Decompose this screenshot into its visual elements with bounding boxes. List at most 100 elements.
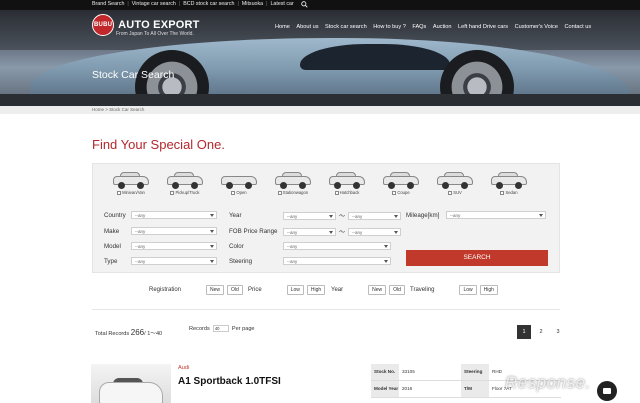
body-type-list: Minivan/Van Pickup/Truck Open Stationwag… — [104, 170, 536, 195]
nav-stock-search[interactable]: Stock car search — [325, 24, 367, 30]
type-select[interactable]: --any — [131, 257, 217, 265]
section-title: Find Your Special One. — [92, 137, 225, 152]
year-from-select[interactable]: --any — [283, 211, 336, 220]
pickup-icon — [165, 170, 205, 189]
chevron-down-icon — [210, 230, 214, 233]
chevron-down-icon — [329, 230, 333, 234]
body-type-coupe[interactable]: Coupe — [374, 170, 428, 195]
page-1[interactable]: 1 — [517, 325, 531, 339]
checkbox[interactable] — [334, 190, 339, 195]
topnav-mitsuoka[interactable]: Mitsuoka — [242, 1, 263, 8]
fob-to-select[interactable]: --any — [348, 227, 402, 236]
make-label: Make — [104, 227, 120, 235]
stationwagon-icon — [273, 170, 313, 189]
traveling-low-button[interactable]: Low — [459, 285, 477, 295]
chat-icon[interactable] — [597, 381, 617, 401]
chevron-down-icon — [394, 230, 399, 234]
nav-how-to-buy[interactable]: How to buy ? — [373, 24, 406, 30]
body-type-suv[interactable]: SUV — [428, 170, 482, 195]
registration-new-button[interactable]: New — [206, 285, 225, 295]
body-type-sedan[interactable]: Sedan — [482, 170, 536, 195]
topnav-bcd[interactable]: BCD stock car search — [183, 1, 234, 8]
nav-voice[interactable]: Customer's Voice — [515, 24, 558, 30]
body-type-minivan[interactable]: Minivan/Van — [104, 170, 158, 195]
price-low-button[interactable]: Low — [286, 285, 304, 295]
sedan-icon — [489, 170, 529, 189]
year-old-button[interactable]: Old — [389, 285, 405, 295]
page-title: Stock Car Search — [92, 69, 175, 81]
steering-label: Steering — [229, 257, 253, 265]
chevron-down-icon — [539, 214, 543, 217]
spec-key: T/M — [461, 381, 489, 397]
checkbox[interactable] — [231, 190, 236, 195]
chevron-down-icon — [329, 214, 333, 218]
sort-price-label: Price — [248, 287, 262, 293]
sort-price: Price Low High — [248, 285, 326, 295]
traveling-high-button[interactable]: High — [479, 285, 498, 295]
top-nav: Brand Search | Vintage car search | BCD st… — [92, 1, 308, 8]
topnav-vintage[interactable]: Vintage car search — [132, 1, 176, 8]
records-select[interactable]: 40 — [212, 325, 229, 332]
minivan-icon — [111, 170, 151, 189]
checkbox[interactable] — [117, 190, 122, 195]
fob-label: FOB Price Range — [229, 228, 278, 235]
coupe-icon — [381, 170, 421, 189]
listing-model[interactable]: A1 Sportback 1.0TFSI — [178, 376, 281, 387]
total-count: 266 — [130, 328, 145, 337]
color-select[interactable]: --any — [283, 242, 391, 250]
steering-select[interactable]: --any — [283, 257, 391, 265]
checkbox[interactable] — [170, 190, 175, 195]
chevron-down-icon — [384, 260, 388, 263]
color-label: Color — [229, 242, 244, 250]
registration-old-button[interactable]: Old — [227, 285, 243, 295]
sort-traveling-label: Traveling — [410, 287, 435, 293]
nav-faqs[interactable]: FAQs — [412, 24, 426, 30]
pagination: 1 2 3 — [517, 325, 565, 339]
chevron-down-icon — [394, 214, 399, 218]
checkbox[interactable] — [448, 190, 453, 195]
sort-registration: Registration New Old — [149, 285, 243, 295]
make-select[interactable]: --any — [131, 227, 217, 235]
year-to-select[interactable]: --any — [348, 211, 402, 220]
type-label: Type — [104, 257, 118, 265]
total-records: Total Records 266/ 1〜40 — [95, 328, 163, 337]
fob-from-select[interactable]: --any — [283, 227, 336, 236]
year-new-button[interactable]: New — [368, 285, 387, 295]
nav-home[interactable]: Home — [275, 24, 290, 30]
price-high-button[interactable]: High — [306, 285, 326, 295]
sort-traveling: Traveling Low High — [410, 285, 498, 295]
divider — [92, 309, 560, 310]
nav-lhd[interactable]: Left hand Drive cars — [458, 24, 508, 30]
chevron-down-icon — [210, 214, 214, 217]
open-car-icon — [219, 170, 259, 189]
search-button[interactable]: SEARCH — [406, 250, 548, 266]
car-thumbnail[interactable] — [91, 364, 171, 403]
search-icon[interactable] — [300, 1, 308, 8]
body-type-hatchback[interactable]: Hatchback — [320, 170, 374, 195]
suv-icon — [435, 170, 475, 189]
records-per-page: Records 40 Per page — [189, 325, 255, 332]
body-type-open[interactable]: Open — [212, 170, 266, 195]
page-3[interactable]: 3 — [551, 325, 565, 339]
checkbox[interactable] — [277, 190, 282, 195]
nav-contact[interactable]: Contact us — [564, 24, 591, 30]
body-type-pickup[interactable]: Pickup/Truck — [158, 170, 212, 195]
mileage-select[interactable]: --any — [446, 211, 546, 219]
nav-auction[interactable]: Auction — [433, 24, 452, 30]
logo[interactable]: BUBU AUTO EXPORT — [94, 19, 200, 31]
country-select[interactable]: --any — [131, 211, 217, 219]
topnav-latest[interactable]: Latest car — [270, 1, 293, 8]
body-type-stationwagon[interactable]: Stationwagon — [266, 170, 320, 195]
nav-about[interactable]: About us — [296, 24, 318, 30]
checkbox[interactable] — [500, 190, 505, 195]
year-label: Year — [229, 212, 242, 219]
checkbox[interactable] — [392, 190, 397, 195]
page-2[interactable]: 2 — [534, 325, 548, 339]
spec-value: 33105 — [402, 369, 415, 374]
topnav-brand-search[interactable]: Brand Search — [92, 1, 124, 8]
model-select[interactable]: --any — [131, 242, 217, 250]
listing-maker[interactable]: Audi — [178, 365, 189, 371]
breadcrumb[interactable]: Home > Stock Car Search — [92, 107, 144, 112]
hatchback-icon — [327, 170, 367, 189]
chevron-down-icon — [210, 260, 214, 263]
